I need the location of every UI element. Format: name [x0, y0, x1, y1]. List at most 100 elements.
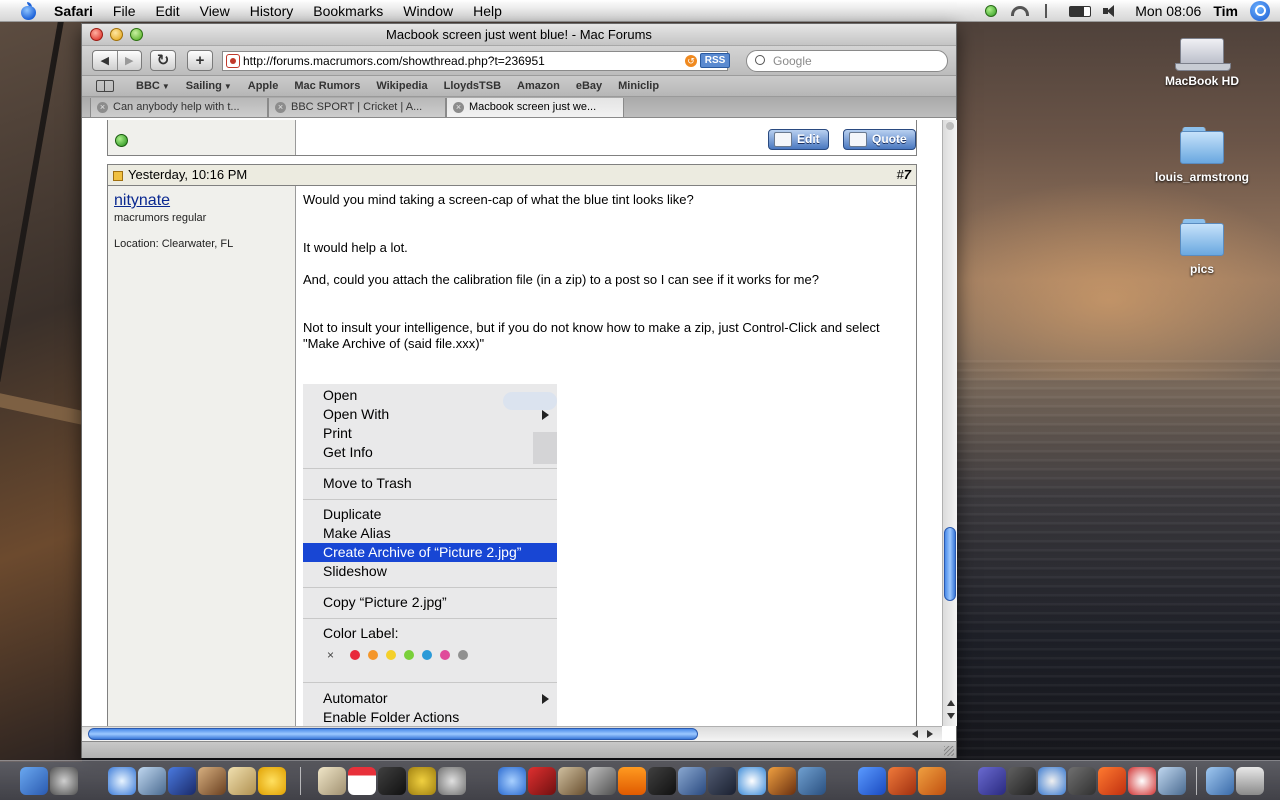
imovie-icon[interactable]: [708, 767, 736, 795]
quote-button[interactable]: Quote: [843, 129, 916, 150]
menu-bookmarks[interactable]: Bookmarks: [303, 0, 393, 22]
tab-macbook-screen[interactable]: × Macbook screen just we...: [446, 98, 624, 118]
app-icon[interactable]: [408, 767, 436, 795]
game-app-icon[interactable]: [978, 767, 1006, 795]
safari-icon[interactable]: [108, 767, 136, 795]
preview-icon[interactable]: [138, 767, 166, 795]
menubar-clock[interactable]: Mon 08:06: [1135, 3, 1201, 19]
vlc-icon[interactable]: [618, 767, 646, 795]
google-search-field[interactable]: Google: [746, 50, 948, 72]
wifi-icon[interactable]: [1011, 6, 1030, 16]
close-tab-icon[interactable]: ×: [453, 102, 464, 113]
close-tab-icon[interactable]: ×: [275, 102, 286, 113]
iphoto-icon[interactable]: [558, 767, 586, 795]
dashboard-icon[interactable]: [50, 767, 78, 795]
bookmark-amazon[interactable]: Amazon: [509, 80, 568, 92]
itunes-user-icon[interactable]: [168, 767, 196, 795]
film-icon[interactable]: [648, 767, 676, 795]
menu-edit[interactable]: Edit: [145, 0, 189, 22]
tab-bbc-sport[interactable]: × BBC SPORT | Cricket | A...: [268, 98, 446, 118]
photo-app-icon[interactable]: [198, 767, 226, 795]
horizontal-scroll-thumb[interactable]: [88, 728, 698, 740]
bookmark-ebay[interactable]: eBay: [568, 80, 610, 92]
minimize-window-icon[interactable]: [110, 28, 123, 41]
menu-app-safari[interactable]: Safari: [54, 0, 103, 22]
resize-grip-icon[interactable]: [944, 746, 954, 756]
dock-separator: [1196, 767, 1197, 795]
horizontal-scrollbar[interactable]: [82, 726, 942, 741]
status-green-icon[interactable]: [985, 5, 998, 17]
app-icon[interactable]: [528, 767, 556, 795]
add-bookmark-button[interactable]: +: [187, 50, 213, 71]
bookmark-wikipedia[interactable]: Wikipedia: [368, 80, 435, 92]
forward-button[interactable]: ▶: [116, 51, 142, 70]
bookmark-apple[interactable]: Apple: [240, 80, 287, 92]
volume-icon[interactable]: [1103, 5, 1119, 17]
mail-icon[interactable]: [318, 767, 346, 795]
preview-icon[interactable]: [1158, 767, 1186, 795]
bookmark-bbc[interactable]: BBC ▼: [128, 80, 178, 92]
vertical-scrollbar[interactable]: [942, 120, 957, 726]
app-icon[interactable]: [1068, 767, 1096, 795]
sync-icon[interactable]: [438, 767, 466, 795]
scroll-left-icon[interactable]: [912, 730, 918, 738]
zoom-window-icon[interactable]: [130, 28, 143, 41]
applications-folder-icon[interactable]: [1206, 767, 1234, 795]
desktop-icon-louis-armstrong[interactable]: louis_armstrong: [1147, 126, 1257, 184]
username-link[interactable]: nitynate: [114, 192, 289, 210]
tab-can-anybody-help[interactable]: × Can anybody help with t...: [90, 98, 268, 118]
bluetooth-icon[interactable]: [1045, 4, 1053, 18]
battery-icon[interactable]: [1069, 5, 1092, 17]
spotlight-icon[interactable]: [1250, 1, 1270, 21]
app-icon[interactable]: [768, 767, 796, 795]
rss-button[interactable]: RSS: [700, 53, 730, 68]
snapback-icon[interactable]: ↺: [685, 55, 697, 67]
text-editor-icon[interactable]: [228, 767, 256, 795]
back-forward-buttons: ◀ ▶: [92, 50, 142, 71]
app-icon[interactable]: [918, 767, 946, 795]
vertical-scroll-thumb[interactable]: [944, 527, 956, 601]
close-tab-icon[interactable]: ×: [97, 102, 108, 113]
camera-icon[interactable]: [588, 767, 616, 795]
adium-duck-icon[interactable]: [258, 767, 286, 795]
menu-history[interactable]: History: [240, 0, 304, 22]
app-icon[interactable]: [798, 767, 826, 795]
desktop-icon-pics[interactable]: pics: [1147, 218, 1257, 276]
app-icon[interactable]: [888, 767, 916, 795]
window-titlebar[interactable]: Macbook screen just went blue! - Mac For…: [82, 24, 956, 46]
trash-icon[interactable]: [1236, 767, 1264, 795]
desktop-icon-macbook-hd[interactable]: MacBook HD: [1147, 38, 1257, 88]
bookmark-lloydstsb[interactable]: LloydsTSB: [436, 80, 509, 92]
wire-icon[interactable]: [858, 767, 886, 795]
apple-menu-icon[interactable]: [18, 1, 40, 20]
menu-help[interactable]: Help: [463, 0, 512, 22]
dvd-icon[interactable]: [738, 767, 766, 795]
app-icon[interactable]: [1098, 767, 1126, 795]
bookmark-mac-rumors[interactable]: Mac Rumors: [286, 80, 368, 92]
scroll-up-icon[interactable]: [947, 700, 955, 706]
post-number-link[interactable]: #7: [897, 165, 911, 185]
scroll-down-icon[interactable]: [947, 713, 955, 719]
itunes-icon[interactable]: [498, 767, 526, 795]
address-field[interactable]: http://forums.macrumors.com/showthread.p…: [222, 51, 728, 71]
finder-icon[interactable]: [20, 767, 48, 795]
zsnes-icon[interactable]: [1038, 767, 1066, 795]
lifebuoy-icon[interactable]: [1128, 767, 1156, 795]
edit-button[interactable]: Edit: [768, 129, 829, 150]
folder-icon: [1180, 218, 1224, 256]
ical-icon[interactable]: [348, 767, 376, 795]
bookmark-sailing[interactable]: Sailing ▼: [178, 80, 240, 92]
menubar-user[interactable]: Tim: [1213, 3, 1238, 19]
reload-button[interactable]: ↻: [150, 50, 176, 71]
menu-window[interactable]: Window: [393, 0, 463, 22]
menu-file[interactable]: File: [103, 0, 146, 22]
back-button[interactable]: ◀: [93, 51, 117, 70]
app-icon[interactable]: [1008, 767, 1036, 795]
eye-app-icon[interactable]: [678, 767, 706, 795]
clock-app-icon[interactable]: [378, 767, 406, 795]
scroll-right-icon[interactable]: [927, 730, 933, 738]
bookmark-miniclip[interactable]: Miniclip: [610, 80, 667, 92]
menu-view[interactable]: View: [190, 0, 240, 22]
close-window-icon[interactable]: [90, 28, 103, 41]
show-all-bookmarks-icon[interactable]: [96, 80, 114, 92]
